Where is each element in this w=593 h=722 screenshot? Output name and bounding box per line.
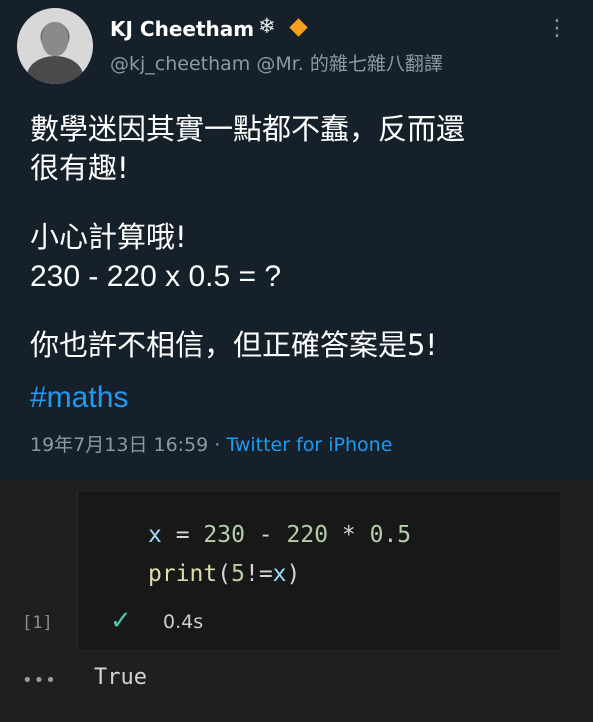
- code-token: 5: [231, 561, 245, 587]
- tweet-text-line: 230 - 220 x 0.5 = ?: [30, 260, 282, 293]
- code-token: x: [148, 522, 162, 548]
- code-token: *: [328, 522, 370, 548]
- code-token: 230: [203, 522, 245, 548]
- tweet-text-line: 數學迷因其實一點都不蠢，反而還: [30, 112, 466, 146]
- diamond-icon: [289, 18, 308, 37]
- tweet-text-line: 很有趣!: [30, 151, 129, 185]
- code-token: (: [217, 561, 232, 587]
- code-line[interactable]: print(5!=x): [148, 558, 300, 591]
- execution-count: [1]: [22, 613, 53, 633]
- tweet-meta: 19年7月13日 16:59 · Twitter for iPhone: [30, 430, 392, 457]
- avatar[interactable]: [17, 8, 93, 84]
- timestamp[interactable]: 19年7月13日 16:59: [30, 434, 208, 456]
- source-app-link[interactable]: Twitter for iPhone: [226, 434, 392, 456]
- code-token: 220: [286, 522, 329, 548]
- notebook-panel: x = 230 - 220 * 0.5 print(5!=x) [1] ✓ 0.…: [0, 480, 593, 722]
- code-token: ): [286, 561, 301, 587]
- code-token: !=: [244, 561, 273, 587]
- meta-separator: ·: [208, 434, 227, 456]
- execution-time: 0.4s: [163, 611, 204, 633]
- code-token: 0.5: [369, 522, 412, 548]
- cell-output: True: [94, 665, 147, 690]
- code-line[interactable]: x = 230 - 220 * 0.5: [148, 519, 411, 552]
- avatar-face: [42, 22, 68, 56]
- output-menu-icon[interactable]: •••: [22, 670, 57, 691]
- code-token: print: [148, 561, 218, 587]
- tweet-text-line: 你也許不相信，但正確答案是5!: [30, 328, 438, 362]
- more-options-icon[interactable]: ⋮: [546, 18, 568, 40]
- check-icon: ✓: [110, 606, 132, 636]
- code-token: x: [272, 561, 287, 587]
- tweet-text-line: 小心計算哦!: [30, 220, 187, 254]
- snowflake-icon: ❄: [258, 14, 276, 38]
- avatar-shoulders: [27, 56, 83, 84]
- display-name[interactable]: KJ Cheetham: [110, 17, 254, 41]
- code-token: =: [161, 522, 204, 548]
- code-token: -: [244, 522, 287, 548]
- tweet-card: KJ Cheetham ❄ @kj_cheetham @Mr. 的雜七雜八翻譯 …: [0, 0, 593, 480]
- hashtag-link[interactable]: #maths: [30, 381, 128, 415]
- user-handle: @kj_cheetham @Mr. 的雜七雜八翻譯: [110, 53, 443, 75]
